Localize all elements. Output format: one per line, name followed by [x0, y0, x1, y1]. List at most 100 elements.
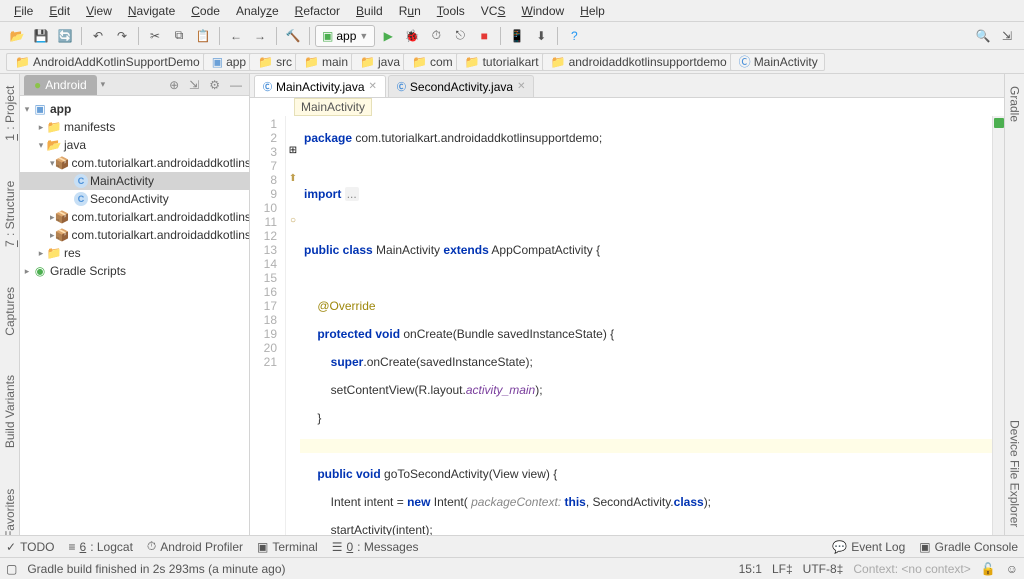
- editor-tab-mainactivity[interactable]: Ⓒ MainActivity.java ✕: [254, 75, 386, 97]
- editor-tabs: Ⓒ MainActivity.java ✕ Ⓒ SecondActivity.j…: [250, 74, 1004, 98]
- redo-icon[interactable]: ↷: [111, 25, 133, 47]
- tree-node-manifests[interactable]: ▸📁manifests: [20, 118, 249, 136]
- tool-tab-messages[interactable]: ☰0: Messages: [332, 540, 419, 554]
- debug-icon[interactable]: 🐞: [401, 25, 423, 47]
- help-icon[interactable]: ?: [563, 25, 585, 47]
- crumb-project[interactable]: 📁AndroidAddKotlinSupportDemo: [6, 53, 207, 71]
- settings-icon[interactable]: ⇲: [996, 25, 1018, 47]
- menu-file[interactable]: File: [6, 2, 41, 20]
- separator: [500, 27, 501, 45]
- undo-icon[interactable]: ↶: [87, 25, 109, 47]
- menu-window[interactable]: Window: [513, 2, 572, 20]
- run-config-selector[interactable]: ▣ app ▼: [315, 25, 375, 47]
- chevron-down-icon[interactable]: ▾: [101, 79, 106, 90]
- project-view-selector[interactable]: ● Android: [24, 75, 97, 95]
- hector-icon[interactable]: ☺: [1006, 562, 1018, 576]
- menu-code[interactable]: Code: [183, 2, 228, 20]
- menu-tools[interactable]: Tools: [429, 2, 473, 20]
- editor-breadcrumb[interactable]: MainActivity: [250, 98, 1004, 116]
- code-editor[interactable]: 123789101112131415161718192021 ⊞⬆○ packa…: [250, 116, 1004, 535]
- gear-icon[interactable]: ⚙: [206, 78, 223, 92]
- cut-icon[interactable]: ✂: [144, 25, 166, 47]
- read-only-toggle-icon[interactable]: 🔓: [981, 562, 996, 576]
- menu-vcs[interactable]: VCS: [473, 2, 514, 20]
- crumb-class[interactable]: ⒸMainActivity: [730, 53, 825, 71]
- tool-tab-todo[interactable]: ✓TODO: [6, 540, 55, 554]
- tree-node-package[interactable]: ▸📦com.tutorialkart.androidaddkotlinsuppo…: [20, 226, 249, 244]
- menu-navigate[interactable]: Navigate: [120, 2, 183, 20]
- attach-icon[interactable]: ⎋: [449, 25, 471, 47]
- tree-node-package[interactable]: ▸📦com.tutorialkart.androidaddkotlinsuppo…: [20, 208, 249, 226]
- close-icon[interactable]: ✕: [517, 81, 525, 92]
- menu-help[interactable]: Help: [572, 2, 613, 20]
- tool-tab-structure[interactable]: 7: Structure: [1, 173, 19, 255]
- crumb-src[interactable]: 📁src: [249, 53, 299, 71]
- context-indicator[interactable]: Context: <no context>: [853, 562, 970, 576]
- tool-tab-device-explorer[interactable]: Device File Explorer: [1006, 412, 1024, 535]
- crumb-com[interactable]: 📁com: [403, 53, 460, 71]
- tool-tab-logcat[interactable]: ≡6: Logcat: [69, 540, 133, 554]
- crumb-tutorialkart[interactable]: 📁tutorialkart: [456, 53, 546, 71]
- override-icon[interactable]: ○: [286, 214, 300, 228]
- caret-position[interactable]: 15:1: [739, 562, 762, 576]
- tree-node-mainactivity[interactable]: CMainActivity: [20, 172, 249, 190]
- tree-node-secondactivity[interactable]: CSecondActivity: [20, 190, 249, 208]
- avd-icon[interactable]: 📱: [506, 25, 528, 47]
- run-config-label: app: [336, 29, 356, 43]
- menu-refactor[interactable]: Refactor: [287, 2, 348, 20]
- tree-node-res[interactable]: ▸📁res: [20, 244, 249, 262]
- tool-tab-project[interactable]: 1: Project: [1, 78, 19, 149]
- save-icon[interactable]: 💾: [30, 25, 52, 47]
- menu-build[interactable]: Build: [348, 2, 391, 20]
- override-icon[interactable]: ⬆: [286, 172, 300, 186]
- tree-node-java[interactable]: ▾📂java: [20, 136, 249, 154]
- tool-tab-profiler[interactable]: ⏱Android Profiler: [147, 539, 243, 554]
- editor-area: Ⓒ MainActivity.java ✕ Ⓒ SecondActivity.j…: [250, 74, 1004, 535]
- hide-icon[interactable]: —: [227, 78, 245, 92]
- collapse-icon[interactable]: ⇲: [186, 78, 202, 92]
- tree-node-package[interactable]: ▾📦com.tutorialkart.androidaddkotlinsuppo…: [20, 154, 249, 172]
- tool-tab-terminal[interactable]: ▣Terminal: [257, 540, 318, 554]
- tree-node-gradle-scripts[interactable]: ▸◉Gradle Scripts: [20, 262, 249, 280]
- tool-tab-favorites[interactable]: 2: Favorites: [1, 481, 19, 535]
- file-encoding[interactable]: UTF-8‡: [803, 562, 844, 576]
- menu-edit[interactable]: Edit: [41, 2, 78, 20]
- tool-tab-gradle-console[interactable]: ▣Gradle Console: [919, 540, 1018, 554]
- menu-analyze[interactable]: Analyze: [228, 2, 287, 20]
- menu-run[interactable]: Run: [391, 2, 429, 20]
- scroll-from-source-icon[interactable]: ⊕: [166, 78, 182, 92]
- run-icon[interactable]: ▶: [377, 25, 399, 47]
- separator: [81, 27, 82, 45]
- forward-icon[interactable]: →: [249, 25, 271, 47]
- paste-icon[interactable]: 📋: [192, 25, 214, 47]
- tree-node-app[interactable]: ▾▣app: [20, 100, 249, 118]
- sync-icon[interactable]: 🔄: [54, 25, 76, 47]
- crumb-main[interactable]: 📁main: [295, 53, 355, 71]
- crumb-java[interactable]: 📁java: [351, 53, 407, 71]
- search-icon[interactable]: 🔍: [972, 25, 994, 47]
- open-icon[interactable]: 📂: [6, 25, 28, 47]
- tool-tab-captures[interactable]: Captures: [1, 279, 19, 344]
- line-separator[interactable]: LF‡: [772, 562, 793, 576]
- menu-bar: File Edit View Navigate Code Analyze Ref…: [0, 0, 1024, 22]
- crumb-module[interactable]: ▣app: [203, 53, 253, 71]
- build-icon[interactable]: 🔨: [282, 25, 304, 47]
- project-tree[interactable]: ▾▣app ▸📁manifests ▾📂java ▾📦com.tutorialk…: [20, 96, 249, 535]
- editor-tab-secondactivity[interactable]: Ⓒ SecondActivity.java ✕: [388, 75, 535, 97]
- profile-icon[interactable]: ⏱: [425, 25, 447, 47]
- right-tool-gutter: Gradle Device File Explorer: [1004, 74, 1024, 535]
- copy-icon[interactable]: ⧉: [168, 25, 190, 47]
- stop-icon[interactable]: ■: [473, 25, 495, 47]
- tool-tab-build-variants[interactable]: Build Variants: [1, 367, 19, 456]
- code-content[interactable]: package com.tutorialkart.androidaddkotli…: [300, 116, 992, 535]
- back-icon[interactable]: ←: [225, 25, 247, 47]
- tool-tab-event-log[interactable]: 💬Event Log: [832, 540, 905, 554]
- crumb-pkg[interactable]: 📁androidaddkotlinsupportdemo: [542, 53, 734, 71]
- tool-window-quick-access-icon[interactable]: ▢: [6, 562, 17, 576]
- tool-tab-gradle[interactable]: Gradle: [1006, 78, 1024, 130]
- close-icon[interactable]: ✕: [369, 81, 377, 92]
- menu-view[interactable]: View: [78, 2, 120, 20]
- project-view-label: Android: [45, 78, 86, 92]
- sdk-icon[interactable]: ⬇: [530, 25, 552, 47]
- error-stripe[interactable]: [992, 116, 1004, 535]
